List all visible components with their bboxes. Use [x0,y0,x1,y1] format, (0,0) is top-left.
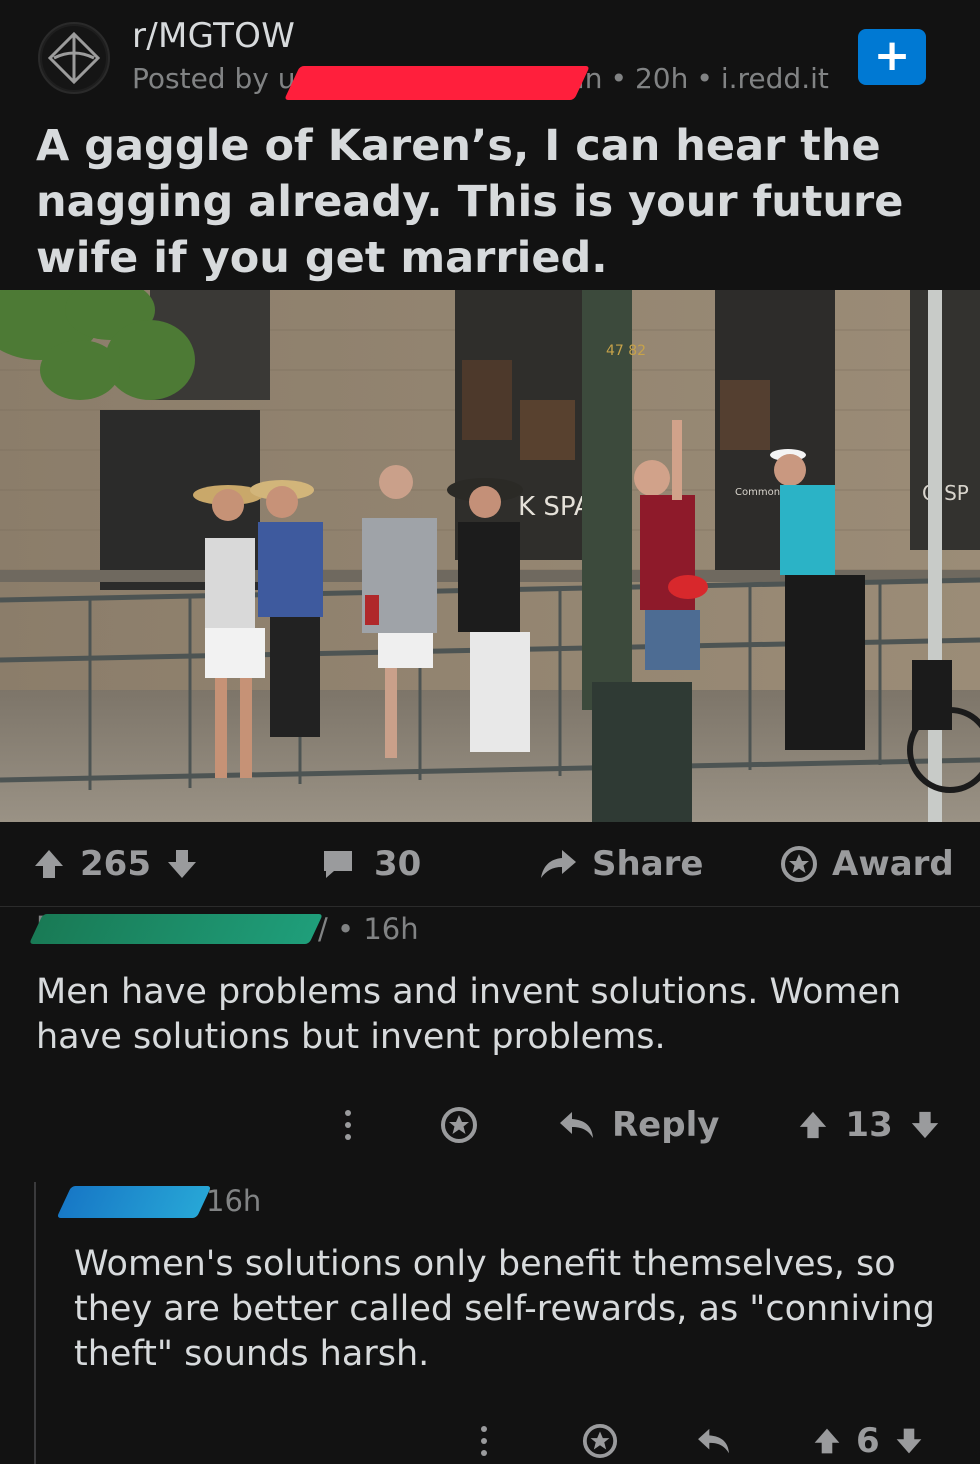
share-icon [541,850,576,878]
post-image[interactable]: K SPA Common Grounds O SP [0,290,980,822]
comments-button[interactable]: 30 [320,836,421,892]
award-label: Award [832,844,954,884]
comment1-age: 16h [363,912,419,946]
comment1-actions: Reply 13 [336,1100,941,1150]
post-domain[interactable]: i.redd.it [721,62,829,95]
upvote-icon[interactable] [797,1109,829,1141]
join-button[interactable]: + [858,29,926,85]
posted-by-label[interactable]: Posted by u/ [132,62,305,95]
comment2-author-redaction [56,1186,212,1218]
downvote-icon[interactable] [894,1426,924,1456]
award-button[interactable]: Award [780,836,954,892]
reply-label: Reply [612,1105,720,1145]
share-label: Share [592,844,704,884]
comment1-reply-button[interactable]: Reply [558,1105,719,1145]
comment2-body: Women's solutions only benefit themselve… [74,1244,935,1374]
thread-line[interactable] [34,1182,36,1464]
post-age: 20h [634,62,689,95]
comment1-author-redaction [29,914,323,944]
comment-icon [324,851,352,878]
comment1-body: Men have problems and invent solutions. … [36,972,902,1057]
upvote-icon[interactable] [812,1426,842,1456]
username-redaction [284,66,590,100]
comment2-actions: 6 [472,1418,924,1464]
pole-numbers: 47 82 [606,343,646,359]
downvote-icon[interactable] [165,847,199,881]
plus-icon: + [873,30,911,81]
shop-sign: K SPA [518,492,592,522]
more-icon[interactable] [472,1421,496,1461]
award-icon [781,846,817,882]
post-action-bar: 265 30 Share Award [0,822,980,907]
award-icon[interactable] [582,1423,618,1459]
reply-icon[interactable] [696,1426,732,1456]
more-icon[interactable] [336,1105,360,1145]
upvote-icon[interactable] [32,847,66,881]
comment2-age: 16h [206,1184,262,1218]
share-button[interactable]: Share [538,836,703,892]
subreddit-avatar-icon[interactable] [38,22,110,94]
comment-count: 30 [374,844,422,884]
comment2-score: 6 [856,1421,880,1461]
subreddit-name[interactable]: r/MGTOW [132,16,295,56]
post-title[interactable]: A gaggle of Karen’s, I can hear the nagg… [36,118,946,286]
upvote-count: 265 [80,844,151,884]
downvote-icon[interactable] [909,1109,941,1141]
comment2-vote-group: 6 [812,1421,924,1461]
comment1-score: 13 [845,1105,893,1145]
comment1-meta: / • 16h [318,912,419,946]
comment1-author-tail: / [318,912,328,946]
award-icon[interactable] [440,1106,478,1144]
reply-icon [560,1112,593,1138]
comment1-vote-group: 13 [797,1105,940,1145]
vote-group: 265 [32,836,199,892]
